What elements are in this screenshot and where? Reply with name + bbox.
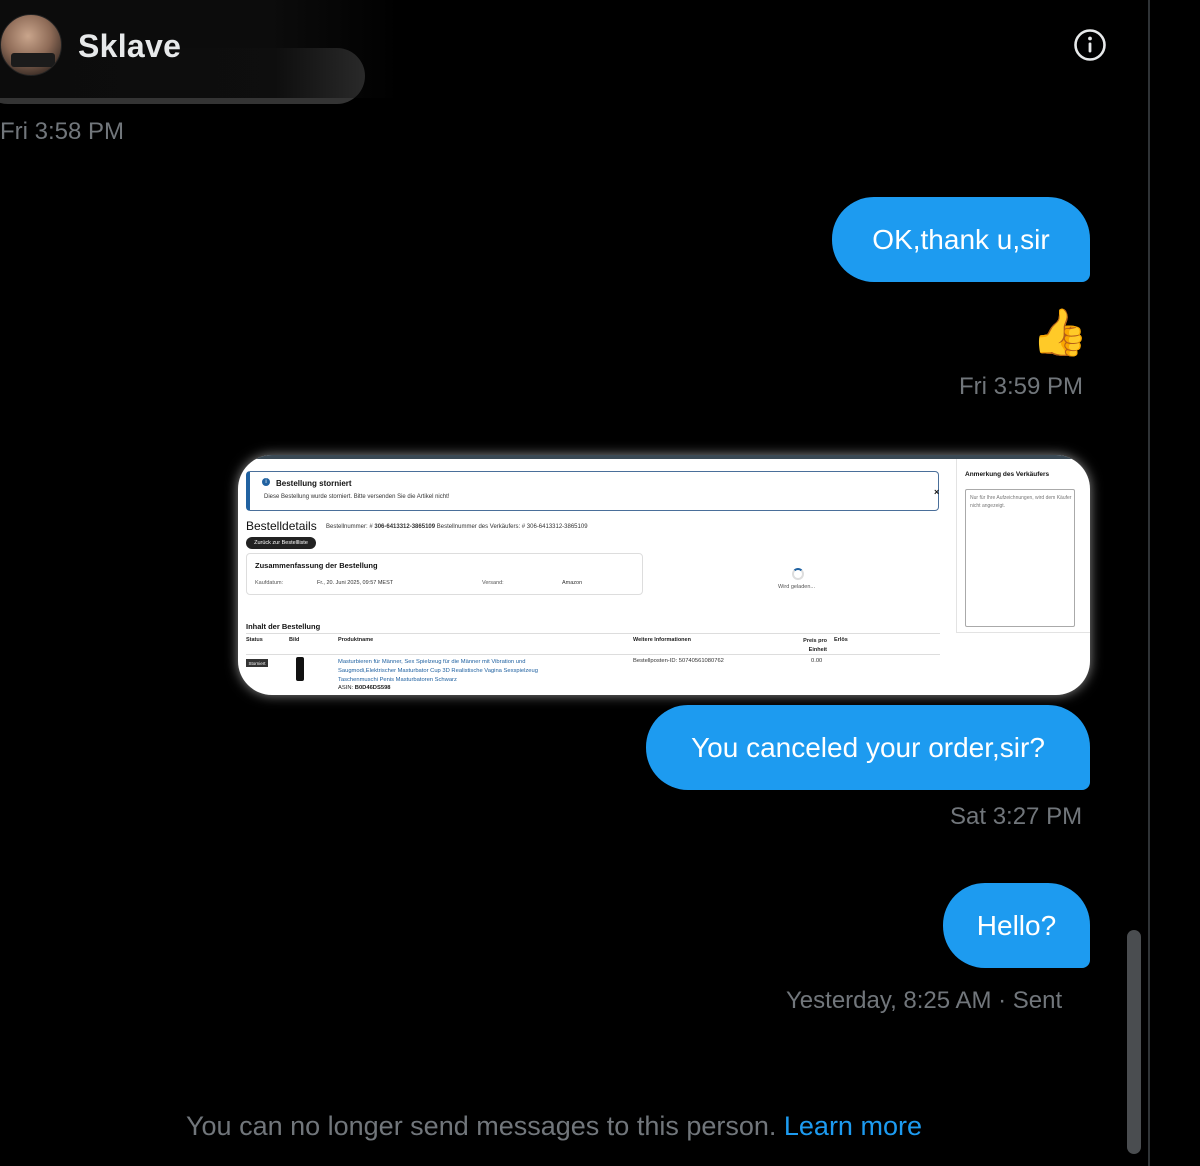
back-to-orders-button: Zurück zur Bestellliste	[246, 537, 316, 549]
conversation-panel: Sklave Fri 3:58 PM OK,thank u,sir 👍 Fri …	[0, 0, 1148, 1166]
seller-notes: Anmerkung des Verkäufers Nur für Ihre Au…	[956, 459, 1090, 633]
unit-price: 0.00	[811, 658, 823, 664]
alert-title: Bestellung storniert	[276, 479, 352, 488]
alert-text: Diese Bestellung wurde storniert. Bitte …	[264, 494, 450, 500]
product-name: Masturbieren für Männer, Sex Spielzeug f…	[338, 659, 538, 683]
avatar[interactable]	[0, 14, 62, 76]
notice-text: You can no longer send messages to this …	[186, 1111, 784, 1141]
asin-value: B0D46DS598	[354, 685, 391, 691]
notes-title: Anmerkung des Verkäufers	[965, 471, 1050, 478]
column-header: Erlös	[834, 637, 848, 643]
message-bubble[interactable]: OK,thank u,sir	[832, 197, 1090, 282]
scrollbar-track[interactable]	[1150, 0, 1200, 1166]
purchase-date-label: Kaufdatum:	[255, 580, 284, 586]
timestamp-sent: Yesterday, 8:25 AM · Sent	[786, 987, 1063, 1014]
contact-name[interactable]: Sklave	[78, 28, 181, 65]
order-number: Bestellnummer: # 306-6413312-3865109 Bes…	[326, 524, 588, 530]
timestamp: Sat 3:27 PM	[950, 803, 1083, 830]
column-header: Bild	[289, 637, 300, 643]
column-header: Status	[246, 637, 263, 643]
info-icon: i	[262, 478, 270, 486]
asin-label: ASIN:	[338, 685, 355, 691]
cancel-alert: i Bestellung storniert Diese Bestellung …	[246, 471, 939, 511]
product-image	[296, 657, 304, 681]
timestamp: Fri 3:59 PM	[959, 373, 1084, 400]
order-table-header: Status Bild Produktname Weitere Informat…	[246, 633, 940, 655]
shipping-value: Amazon	[562, 580, 583, 586]
messaging-disabled-notice: You can no longer send messages to this …	[186, 1111, 922, 1142]
loading-text: Wird geladen...	[778, 584, 815, 590]
conversation-header: Sklave	[0, 0, 1148, 104]
thumbs-up-emoji[interactable]: 👍	[1031, 304, 1088, 360]
summary-title: Zusammenfassung der Bestellung	[255, 561, 378, 570]
order-contents-title: Inhalt der Bestellung	[246, 622, 321, 631]
purchase-date: Fr., 20. Juni 2025, 09:57 MEST	[317, 580, 394, 586]
info-circle-icon	[1074, 29, 1106, 61]
notes-placeholder: Nur für Ihre Aufzeichnungen, wird dem Kä…	[970, 495, 1072, 509]
column-header: Preis pro Einheit	[803, 638, 827, 653]
column-header: Weitere Informationen	[633, 637, 691, 643]
scrollbar-thumb[interactable]	[1127, 930, 1141, 1154]
image-attachment[interactable]: i Bestellung storniert Diese Bestellung …	[238, 455, 1090, 695]
timestamp: Fri 3:58 PM	[0, 118, 125, 145]
order-details-title: Bestelldetails	[246, 519, 317, 533]
status-badge: Storniert	[246, 659, 268, 667]
shipping-label: Versand:	[482, 580, 504, 586]
asin: ASIN: B0D46DS598	[338, 685, 391, 691]
order-number-value: 306-6413312-3865109	[374, 524, 436, 530]
seller-order-number: Bestellnummer des Verkäufers: # 306-6413…	[435, 524, 588, 530]
message-bubble[interactable]: You canceled your order,sir?	[646, 705, 1090, 790]
order-summary: Zusammenfassung der Bestellung Kaufdatum…	[246, 553, 643, 595]
order-number-label: Bestellnummer: #	[326, 524, 375, 530]
info-button[interactable]	[1072, 27, 1108, 63]
column-header: Produktname	[338, 637, 374, 643]
close-icon: ×	[934, 487, 940, 497]
learn-more-link[interactable]: Learn more	[784, 1111, 922, 1141]
loading-spinner-icon	[792, 568, 804, 580]
item-id: Bestellposten-ID: 50740561080762	[633, 658, 724, 664]
message-bubble[interactable]: Hello?	[943, 883, 1090, 968]
notes-textarea: Nur für Ihre Aufzeichnungen, wird dem Kä…	[965, 489, 1075, 627]
